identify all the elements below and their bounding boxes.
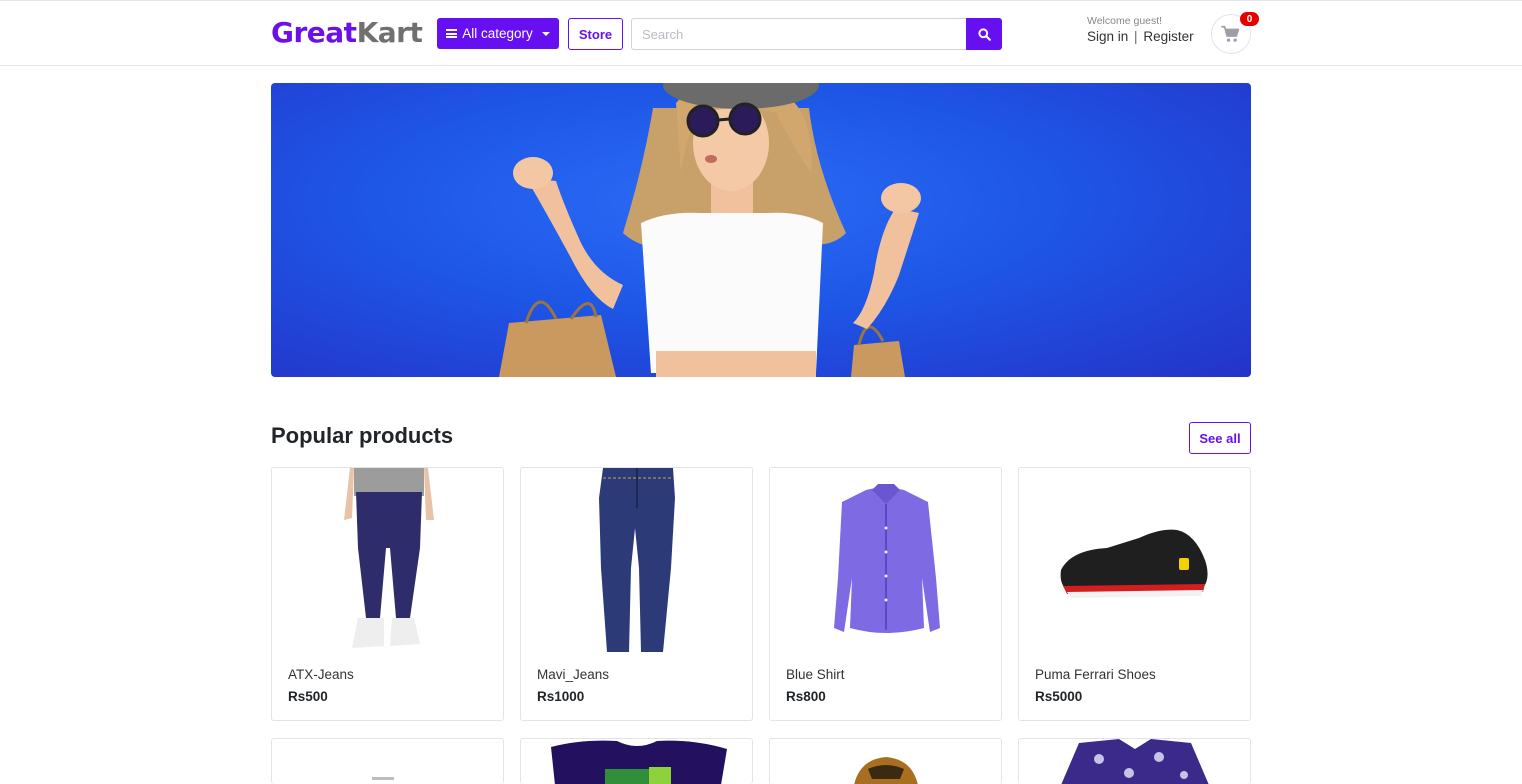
logo-part-great: Great [271,16,357,49]
shirt-image [834,484,940,633]
product-name[interactable]: ATX-Jeans [288,667,354,682]
hero-banner[interactable] [271,83,1251,377]
section-title: Popular products [271,423,454,448]
product-image[interactable] [1019,739,1250,784]
shoe-image [1060,529,1208,598]
caret-down-icon [541,31,550,36]
product-image[interactable] [272,739,503,784]
store-button-label: Store [578,26,613,42]
product-image[interactable] [1019,468,1250,652]
logo-part-kart: Kart [356,16,423,49]
product-image[interactable] [770,739,1001,784]
banner-woman-shopping-image [499,83,921,377]
sign-in-link[interactable]: Sign in [1087,29,1128,44]
register-link[interactable]: Register [1143,29,1193,44]
logo[interactable]: GreatKart [271,15,423,51]
site-header: GreatKart All category Store Welcome gue… [0,0,1522,66]
auth-links: Sign in | Register [1087,29,1194,44]
product-image[interactable] [770,468,1001,652]
product-card[interactable] [520,738,753,784]
product-price: Rs5000 [1035,689,1083,704]
product-card[interactable] [271,738,504,784]
see-all-button[interactable]: See all [1189,422,1251,454]
product-image[interactable] [521,468,752,652]
product-price: Rs1000 [537,689,585,704]
see-all-label: See all [1199,430,1241,446]
printed-shirt-image [1061,739,1209,784]
cap-image [854,757,918,784]
search-button[interactable] [966,18,1002,50]
product-card[interactable] [769,738,1002,784]
product-price: Rs800 [786,689,826,704]
product-card[interactable]: Blue Shirt Rs800 [769,467,1002,721]
store-button[interactable]: Store [568,18,623,50]
shopping-cart-icon [1221,25,1240,42]
product-name[interactable]: Blue Shirt [786,667,845,682]
all-category-label: All category [462,26,533,41]
tshirt-image [551,740,727,784]
product-name[interactable]: Puma Ferrari Shoes [1035,667,1156,682]
product-card[interactable]: ATX-Jeans Rs500 [271,467,504,721]
product-card[interactable]: Mavi_Jeans Rs1000 [520,467,753,721]
menu-bars-icon [446,29,458,38]
product-image[interactable] [272,468,503,652]
product-card[interactable] [1018,738,1251,784]
jeans-model-image [344,468,434,648]
cart-count-badge: 0 [1240,12,1259,26]
product-thumbnail-image [372,777,394,780]
product-price: Rs500 [288,689,328,704]
auth-separator: | [1134,29,1138,44]
all-category-button[interactable]: All category [437,18,559,49]
product-name[interactable]: Mavi_Jeans [537,667,609,682]
jeans-image [599,468,675,652]
product-card[interactable]: Puma Ferrari Shoes Rs5000 [1018,467,1251,721]
search-icon [977,27,991,41]
welcome-text: Welcome guest! [1087,15,1163,27]
search-input[interactable] [631,18,967,50]
product-image[interactable] [521,739,752,784]
